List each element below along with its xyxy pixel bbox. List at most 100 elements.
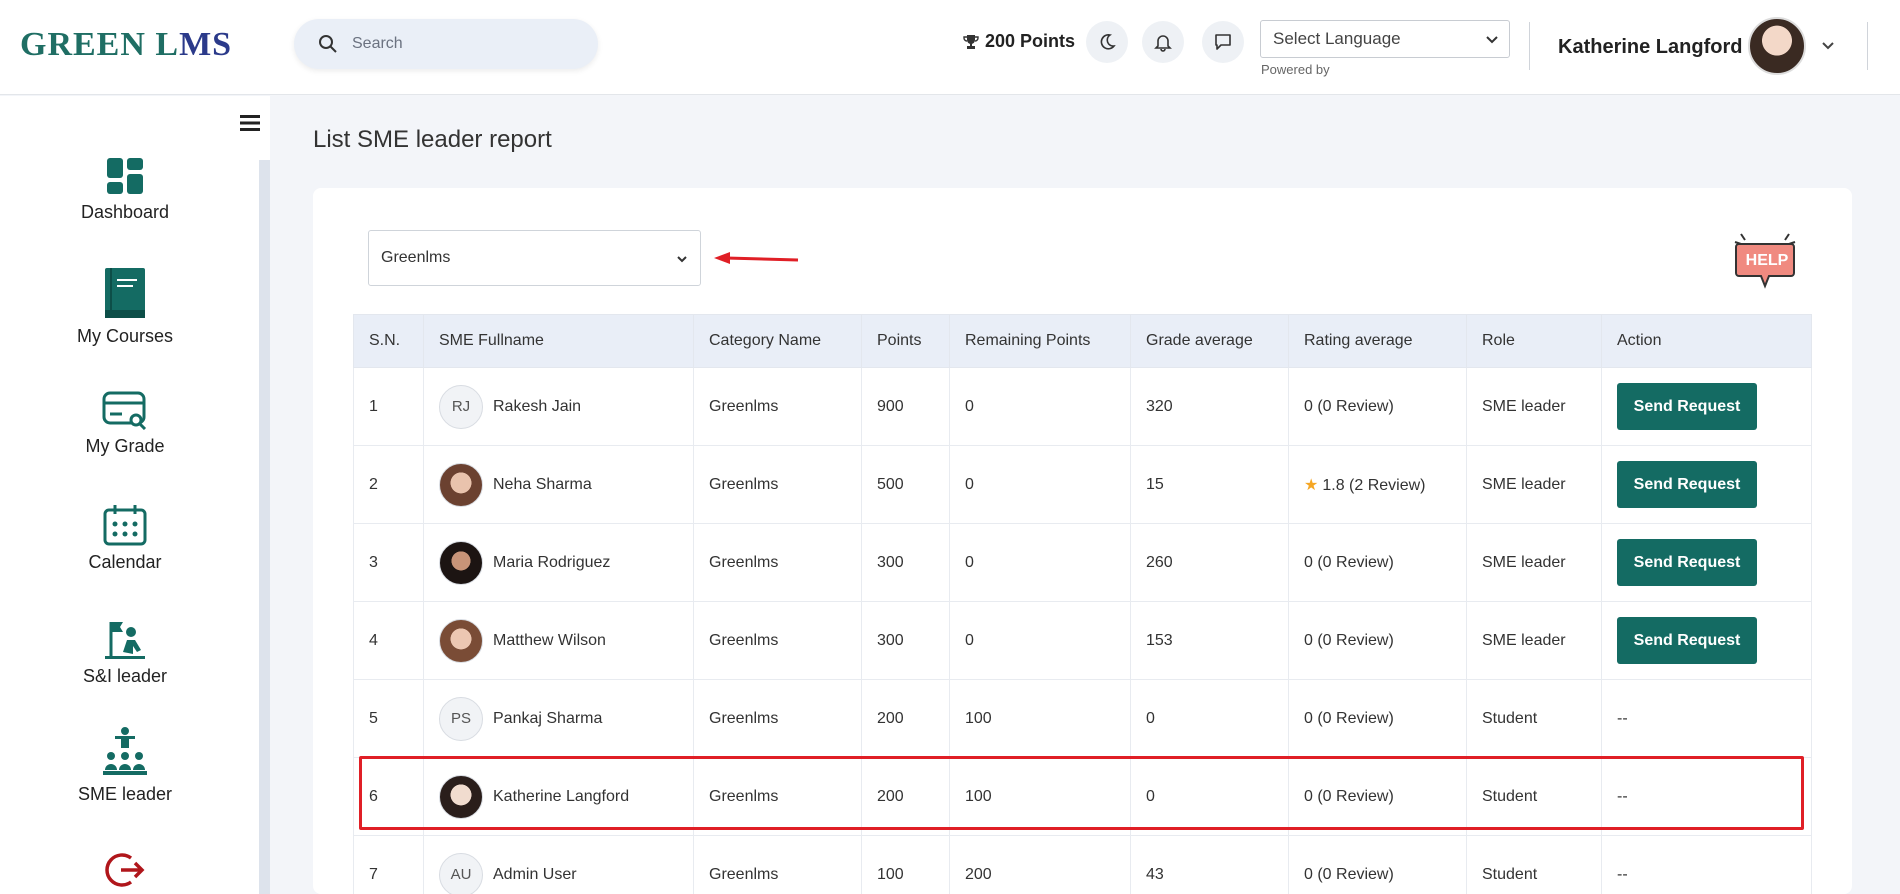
avatar (439, 462, 483, 507)
cell-sn: 7 (353, 835, 424, 894)
sme-report-table: S.N. SME Fullname Category Name Points R… (353, 314, 1812, 894)
cell-action: -- (1601, 757, 1812, 836)
column-header[interactable]: Category Name (693, 314, 862, 368)
grade-card-icon (102, 391, 147, 430)
sidebar-item-label: Dashboard (80, 202, 170, 222)
cell-role: SME leader (1466, 367, 1602, 446)
search-box[interactable] (294, 19, 598, 69)
avatar: AU (439, 852, 483, 894)
cell-grade: 153 (1130, 601, 1289, 680)
cell-points: 100 (861, 835, 950, 894)
send-request-button[interactable]: Send Request (1617, 383, 1757, 430)
sidebar-item-si-leader[interactable]: S&I leader (0, 618, 250, 687)
cell-category: Greenlms (693, 601, 862, 680)
messages-button[interactable] (1202, 21, 1244, 63)
table-row: 3 Maria Rodriguez Greenlms 300 0 260 0 (… (353, 523, 1812, 602)
table-header-row: S.N. SME Fullname Category Name Points R… (353, 314, 1812, 368)
language-select[interactable]: Select Language (1260, 20, 1510, 58)
annotation-arrow (714, 252, 799, 264)
sidebar-scrollbar[interactable] (259, 160, 270, 894)
cell-points: 500 (861, 445, 950, 524)
sidebar-item-my-grade[interactable]: My Grade (0, 390, 250, 457)
sidebar-item-sme-leader[interactable]: SME leader (0, 726, 250, 805)
sidebar-item-calendar[interactable]: Calendar (0, 504, 250, 573)
cell-role: Student (1466, 757, 1602, 836)
page-title: List SME leader report (313, 126, 552, 153)
cell-grade: 260 (1130, 523, 1289, 602)
cell-sn: 5 (353, 679, 424, 758)
cell-role: Student (1466, 679, 1602, 758)
table-row: 6 Katherine Langford Greenlms 200 100 0 … (353, 757, 1812, 836)
points-badge: 200 Points (963, 31, 1075, 52)
column-header[interactable]: Role (1466, 314, 1602, 368)
logout-icon (105, 853, 145, 887)
language-select-value: Select Language (1273, 29, 1401, 48)
sidebar-item-dashboard[interactable]: Dashboard (0, 156, 250, 223)
cell-remaining: 0 (949, 367, 1131, 446)
column-header[interactable]: Remaining Points (949, 314, 1131, 368)
sidebar-item-my-courses[interactable]: My Courses (0, 266, 250, 347)
chevron-down-icon[interactable] (1820, 38, 1836, 54)
cell-fullname: Katherine Langford (423, 757, 694, 836)
cell-sn: 6 (353, 757, 424, 836)
trophy-icon (963, 34, 979, 49)
send-request-button[interactable]: Send Request (1617, 461, 1757, 508)
cell-rating: 0 (0 Review) (1288, 523, 1467, 602)
sidebar: Dashboard My Courses My Grade Calendar S… (0, 96, 270, 894)
avatar (439, 618, 483, 663)
divider (1529, 22, 1530, 70)
column-header[interactable]: S.N. (353, 314, 424, 368)
leader-flag-icon (105, 622, 145, 659)
notifications-button[interactable] (1142, 21, 1184, 63)
column-header[interactable]: Grade average (1130, 314, 1289, 368)
points-text: 200 Points (985, 31, 1076, 51)
dashboard-icon (107, 158, 143, 194)
cell-grade: 320 (1130, 367, 1289, 446)
cell-action: Send Request (1601, 367, 1812, 446)
search-input[interactable] (352, 32, 572, 56)
send-request-button[interactable]: Send Request (1617, 617, 1757, 664)
chevron-down-icon (677, 256, 687, 263)
cell-sn: 3 (353, 523, 424, 602)
cell-fullname: RJ Rakesh Jain (423, 367, 694, 446)
cell-points: 200 (861, 679, 950, 758)
send-request-button[interactable]: Send Request (1617, 539, 1757, 586)
cell-category: Greenlms (693, 679, 862, 758)
cell-fullname: PS Pankaj Sharma (423, 679, 694, 758)
calendar-icon (103, 505, 147, 546)
cell-action: Send Request (1601, 445, 1812, 524)
cell-fullname: Neha Sharma (423, 445, 694, 524)
book-icon (105, 268, 145, 318)
user-avatar[interactable] (1748, 17, 1806, 75)
logo[interactable]: GREEN LMS (20, 26, 232, 64)
cell-remaining: 200 (949, 835, 1131, 894)
user-name[interactable]: Katherine Langford (1558, 36, 1742, 59)
sidebar-item-label: Calendar (88, 552, 162, 572)
sme-name: Pankaj Sharma (493, 709, 603, 727)
sidebar-item-logout[interactable] (0, 850, 250, 890)
help-button[interactable]: HELP (1733, 232, 1797, 297)
column-header[interactable]: SME Fullname (423, 314, 694, 368)
category-filter-select[interactable]: Greenlms (368, 230, 701, 286)
sidebar-item-label: S&I leader (82, 666, 168, 686)
table-row: 5 PS Pankaj Sharma Greenlms 200 100 0 0 (… (353, 679, 1812, 758)
column-header[interactable]: Rating average (1288, 314, 1467, 368)
sme-name: Katherine Langford (493, 787, 630, 805)
cell-points: 300 (861, 601, 950, 680)
dark-mode-toggle[interactable] (1086, 21, 1128, 63)
cell-fullname: AU Admin User (423, 835, 694, 894)
column-header[interactable]: Action (1601, 314, 1812, 368)
table-row: 4 Matthew Wilson Greenlms 300 0 153 0 (0… (353, 601, 1812, 680)
cell-sn: 4 (353, 601, 424, 680)
sme-name: Matthew Wilson (493, 631, 606, 649)
bell-icon (1154, 35, 1172, 52)
cell-action: -- (1601, 835, 1812, 894)
divider (1867, 22, 1868, 70)
cell-remaining: 100 (949, 757, 1131, 836)
menu-icon[interactable] (240, 114, 260, 132)
cell-category: Greenlms (693, 367, 862, 446)
cell-remaining: 0 (949, 601, 1131, 680)
cell-grade: 0 (1130, 757, 1289, 836)
column-header[interactable]: Points (861, 314, 950, 368)
cell-fullname: Maria Rodriguez (423, 523, 694, 602)
